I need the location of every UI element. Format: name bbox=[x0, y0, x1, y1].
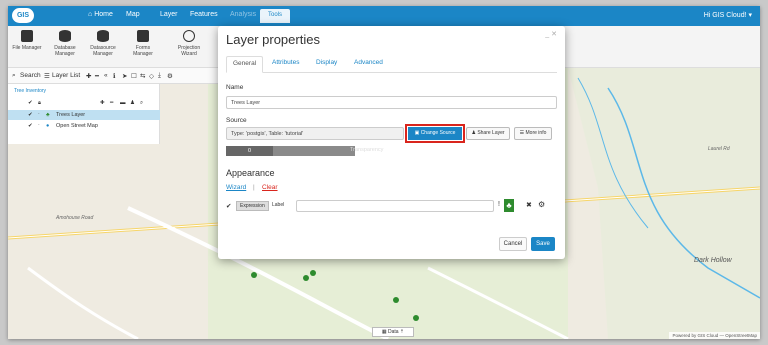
more-info-button[interactable]: ☰ More info bbox=[514, 127, 552, 140]
zoom-icon[interactable]: ⌕ bbox=[140, 100, 143, 107]
lock-icon[interactable]: ⋅ bbox=[38, 123, 40, 129]
dialog-title: Layer properties bbox=[226, 32, 320, 47]
tab-general[interactable]: General bbox=[226, 56, 264, 73]
projection-icon bbox=[183, 30, 195, 42]
file-manager-icon bbox=[21, 30, 33, 42]
datasource-manager-button[interactable]: Datasource Manager bbox=[86, 30, 120, 57]
expression-label: Label bbox=[272, 202, 285, 208]
layer-group-title[interactable]: Tree Inventory bbox=[14, 88, 46, 94]
gis-cloud-logo[interactable]: GIS bbox=[12, 8, 34, 23]
clear-link[interactable]: Clear bbox=[262, 184, 278, 191]
settings-icon[interactable]: ⚙ bbox=[167, 72, 173, 80]
check-icon[interactable]: ✔ bbox=[28, 112, 33, 118]
info-icon[interactable]: ! bbox=[498, 201, 500, 208]
nav-map[interactable]: Map bbox=[126, 11, 140, 18]
close-icon[interactable]: _ ✕ bbox=[545, 30, 557, 38]
source-label: Source bbox=[226, 117, 247, 124]
map-label-dark-hollow: Dark Hollow bbox=[694, 257, 732, 264]
tab-bar: General Attributes Display Advanced bbox=[226, 56, 557, 73]
database-icon bbox=[59, 30, 71, 42]
layer-properties-dialog: Layer properties _ ✕ General Attributes … bbox=[218, 26, 565, 259]
tab-attributes[interactable]: Attributes bbox=[272, 59, 299, 66]
nav-analysis[interactable]: Analysis bbox=[230, 11, 256, 18]
transparency-slider[interactable]: 0 bbox=[226, 146, 355, 156]
layer-list-button[interactable]: Layer List bbox=[52, 72, 80, 79]
pan-icon[interactable]: ⇆ bbox=[140, 72, 145, 80]
layer-group-row: ✔ 🔒︎ ✚ ━ ▬ ♟ ⌕ bbox=[8, 98, 160, 108]
layer-toolbar: ⌕ Search ☰ Layer List ✚ ━ « ℹ ➤ ☐ ⇆ ◇ ⤓ … bbox=[8, 68, 218, 84]
back-icon[interactable]: « bbox=[104, 72, 108, 79]
delete-icon[interactable]: ✖ bbox=[526, 201, 532, 209]
lock-icon[interactable]: ⋅ bbox=[38, 112, 40, 118]
layer-name: Trees Layer bbox=[56, 112, 86, 118]
search-button[interactable]: Search bbox=[20, 72, 41, 79]
layer-item-trees[interactable]: ✔ ⋅ ♣ Trees Layer bbox=[8, 110, 160, 120]
save-button[interactable]: Save bbox=[531, 237, 555, 251]
lock-icon[interactable]: 🔒︎ bbox=[38, 100, 41, 107]
tree-icon: ♣ bbox=[46, 112, 50, 118]
check-icon[interactable]: ✔ bbox=[28, 100, 33, 106]
nav-features[interactable]: Features bbox=[190, 11, 218, 18]
globe-icon: ● bbox=[46, 123, 50, 129]
change-source-button[interactable]: ▣ Change Source bbox=[405, 124, 465, 143]
name-field[interactable]: Trees Layer bbox=[226, 96, 557, 109]
source-field: Type: 'postgis', Table: 'tutorial' bbox=[226, 127, 404, 140]
file-manager-button[interactable]: File Manager bbox=[10, 30, 44, 51]
layer-name: Open Street Map bbox=[56, 123, 98, 129]
user-icon[interactable]: ♟ bbox=[130, 100, 135, 106]
expression-input[interactable] bbox=[296, 200, 494, 212]
link-separator: | bbox=[253, 184, 255, 191]
map-label-road: Amohouse Road bbox=[56, 215, 94, 221]
appearance-heading: Appearance bbox=[226, 168, 275, 178]
tab-advanced[interactable]: Advanced bbox=[354, 59, 383, 66]
gear-icon[interactable]: ⚙ bbox=[538, 200, 545, 209]
nav-layer[interactable]: Layer bbox=[160, 11, 178, 18]
database-manager-button[interactable]: Database Manager bbox=[48, 30, 82, 57]
transparency-value: 0 bbox=[226, 146, 273, 156]
list-icon: ☰ bbox=[44, 73, 50, 80]
nav-home[interactable]: ⌂ Home bbox=[88, 11, 113, 18]
forms-icon bbox=[137, 30, 149, 42]
tab-display[interactable]: Display bbox=[316, 59, 337, 66]
remove-icon[interactable]: ━ bbox=[95, 72, 99, 80]
top-navigation-bar: GIS ⌂ Home Map Layer Features Analysis T… bbox=[8, 6, 760, 26]
projection-wizard-button[interactable]: Projection Wizard bbox=[172, 30, 206, 57]
select-box-icon[interactable]: ☐ bbox=[131, 72, 137, 80]
chevron-up-icon: ⇡ bbox=[398, 329, 405, 335]
diamond-icon[interactable]: ◇ bbox=[149, 72, 154, 80]
data-panel-button[interactable]: ▦ Data ⇡ bbox=[372, 327, 414, 337]
remove-layer-icon[interactable]: ━ bbox=[110, 100, 113, 106]
cancel-button[interactable]: Cancel bbox=[499, 237, 527, 251]
layer-panel: Tree Inventory ✔ 🔒︎ ✚ ━ ▬ ♟ ⌕ ✔ ⋅ ♣ Tree… bbox=[8, 84, 160, 144]
check-icon[interactable]: ✔ bbox=[28, 123, 33, 129]
check-icon[interactable]: ✔ bbox=[226, 202, 231, 210]
expression-tag[interactable]: Expression bbox=[236, 201, 269, 211]
pointer-icon[interactable]: ➤ bbox=[122, 72, 127, 80]
search-icon[interactable]: ⌕ bbox=[12, 72, 16, 80]
transparency-label: Transparency bbox=[350, 147, 384, 153]
user-menu[interactable]: Hi GIS Cloud! ▾ bbox=[704, 11, 752, 19]
datasource-icon bbox=[97, 30, 109, 42]
app-window: GIS ⌂ Home Map Layer Features Analysis T… bbox=[8, 6, 760, 339]
name-label: Name bbox=[226, 84, 244, 91]
add-layer-icon[interactable]: ✚ bbox=[100, 100, 105, 106]
forms-manager-button[interactable]: Forms Manager bbox=[126, 30, 160, 57]
map-label-laurel: Laurel Rd bbox=[708, 146, 730, 152]
nav-tools[interactable]: Tools bbox=[260, 9, 291, 23]
tree-symbol-icon[interactable]: ♣ bbox=[504, 199, 514, 212]
info-icon[interactable]: ℹ bbox=[113, 72, 115, 80]
download-icon[interactable]: ⤓ bbox=[158, 72, 161, 80]
share-layer-button[interactable]: ♟ Share Layer bbox=[466, 127, 510, 140]
folder-icon[interactable]: ▬ bbox=[120, 100, 126, 106]
layer-item-osm[interactable]: ✔ ⋅ ● Open Street Map bbox=[8, 121, 160, 131]
wizard-link[interactable]: Wizard bbox=[226, 184, 246, 191]
add-icon[interactable]: ✚ bbox=[86, 72, 91, 80]
map-attribution: Powered by GIS Cloud — OpenStreetMap bbox=[669, 332, 760, 339]
